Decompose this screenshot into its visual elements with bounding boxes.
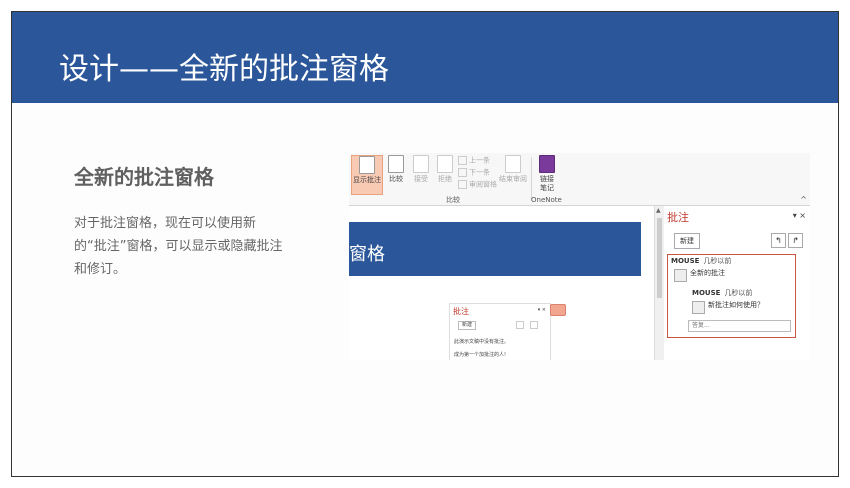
accept-label: 接受 <box>414 175 428 183</box>
end-review-label: 结束审阅 <box>499 175 527 183</box>
compare-icon <box>388 155 404 173</box>
compare-label: 比较 <box>389 175 403 183</box>
comment2-author: MOUSE <box>692 289 721 297</box>
section-heading: 全新的批注窗格 <box>74 165 214 189</box>
reply-input[interactable]: 答复... <box>688 320 791 332</box>
mini-new-comment-button[interactable]: 新建 <box>458 321 477 330</box>
accept-button[interactable]: 接受 <box>411 155 431 184</box>
avatar <box>674 269 687 282</box>
reject-label: 拒绝 <box>438 175 452 183</box>
reviewing-pane-icon <box>458 180 467 189</box>
comment-thread[interactable]: MOUSE 几秒以前 全新的批注 MOUSE 几秒以前 新批注如何使用？ 答复... <box>667 254 796 338</box>
slide-title-fragment: 窗格 <box>349 244 385 265</box>
onenote-icon <box>539 155 555 173</box>
powerpoint-screenshot: 显示批注 比较 接受 拒绝 上一条 下一条 审阅窗格 结束审阅 比较 链接 笔记… <box>349 153 810 360</box>
ribbon-separator <box>531 157 532 201</box>
ribbon: 显示批注 比较 接受 拒绝 上一条 下一条 审阅窗格 结束审阅 比较 链接 笔记… <box>349 153 810 206</box>
end-review-icon <box>505 155 521 173</box>
next-icon <box>458 168 467 177</box>
previous-icon <box>458 156 467 165</box>
linked-notes-label-1: 链接 <box>540 175 554 183</box>
title-banner: 设计——全新的批注窗格 <box>12 12 838 103</box>
previous-change-button[interactable]: 上一条 <box>458 156 490 166</box>
slide-title: 设计——全新的批注窗格 <box>59 52 389 87</box>
comment-bubble-icon[interactable] <box>550 304 566 316</box>
collapse-ribbon-icon[interactable]: ^ <box>800 195 807 204</box>
end-review-button[interactable]: 结束审阅 <box>498 155 528 184</box>
slide: 设计——全新的批注窗格 全新的批注窗格 对于批注窗格，现在可以使用新的“批注”窗… <box>11 11 839 477</box>
reviewing-pane-label: 审阅窗格 <box>469 180 497 189</box>
next-change-button[interactable]: 下一条 <box>458 168 490 178</box>
mini-next-button[interactable] <box>530 321 538 329</box>
comment1-text: 全新的批注 <box>690 269 725 277</box>
comments-pane-title: 批注 <box>667 211 689 224</box>
previous-label: 上一条 <box>469 156 490 165</box>
mini-empty-prompt: 成为第一个加批注的人! <box>454 352 507 358</box>
pane-options-close-icon[interactable]: ▾ × <box>793 211 806 220</box>
show-comments-button[interactable]: 显示批注 <box>351 155 383 195</box>
reject-button[interactable]: 拒绝 <box>435 155 455 184</box>
comments-pane: 批注 ▾ × 新建 ↰ ↱ MOUSE 几秒以前 全新的批注 MOUSE 几秒以前 … <box>664 206 810 360</box>
mini-prev-button[interactable] <box>516 321 524 329</box>
show-comments-label: 显示批注 <box>353 176 381 184</box>
onenote-group-label: OneNote <box>531 196 562 204</box>
scroll-up-icon[interactable]: ▲ <box>656 207 661 214</box>
avatar <box>692 301 705 314</box>
slide-editor: 窗格 批注 ▾ × 新建 此演示文稿中没有批注。 成为第一个加批注的人! <box>349 206 655 360</box>
scroll-thumb[interactable] <box>657 218 662 298</box>
vertical-scrollbar[interactable]: ▲ <box>654 206 664 360</box>
comment2-time: 几秒以前 <box>724 289 753 297</box>
new-comment-label: 新建 <box>680 237 694 245</box>
mini-pane-close-icon[interactable]: ▾ × <box>538 307 546 313</box>
linked-notes-button[interactable]: 链接 笔记 <box>536 155 558 193</box>
section-description: 对于批注窗格，现在可以使用新的“批注”窗格，可以显示或隐藏批注和修订。 <box>74 216 283 277</box>
comment1-header: MOUSE 几秒以前 <box>671 257 731 266</box>
next-comment-button[interactable]: ↱ <box>788 233 803 248</box>
comment2-header: MOUSE 几秒以前 <box>692 289 752 298</box>
reject-icon <box>437 155 453 173</box>
compare-group-label: 比较 <box>446 196 460 204</box>
linked-notes-label-2: 笔记 <box>540 184 554 192</box>
next-label: 下一条 <box>469 168 490 177</box>
comment1-time: 几秒以前 <box>703 257 732 265</box>
slide-title-band: 窗格 <box>349 222 641 276</box>
mini-comments-pane: 批注 ▾ × 新建 此演示文稿中没有批注。 成为第一个加批注的人! <box>449 303 551 360</box>
new-comment-button[interactable]: 新建 <box>674 233 700 249</box>
mini-pane-title: 批注 <box>453 307 469 316</box>
mini-empty-message: 此演示文稿中没有批注。 <box>454 339 510 345</box>
comments-icon <box>359 156 375 174</box>
comment2-text: 新批注如何使用？ <box>708 301 764 309</box>
comment1-author: MOUSE <box>671 257 700 265</box>
compare-button[interactable]: 比较 <box>386 155 406 184</box>
accept-icon <box>413 155 429 173</box>
previous-comment-button[interactable]: ↰ <box>771 233 786 248</box>
reviewing-pane-button[interactable]: 审阅窗格 <box>458 180 497 190</box>
